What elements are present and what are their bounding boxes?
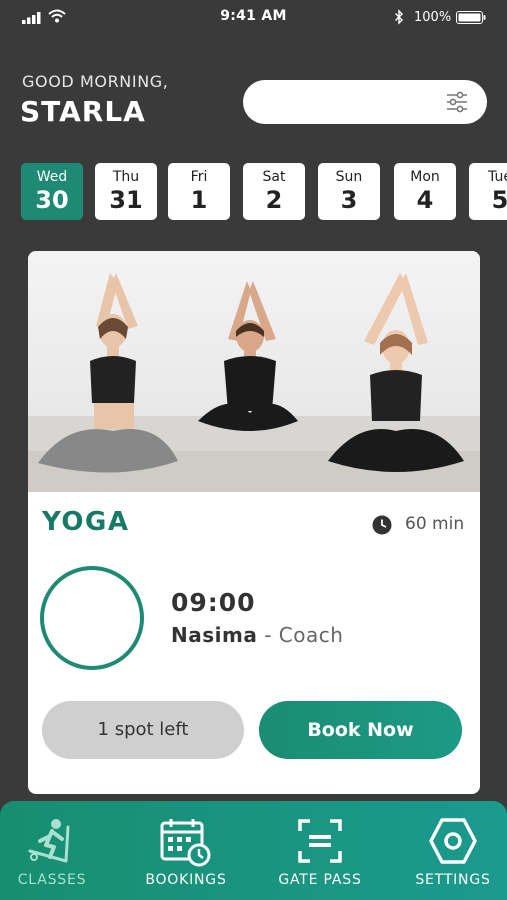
- clock-icon: [372, 515, 392, 535]
- date-day: Sun: [335, 169, 363, 185]
- date-item-sun[interactable]: Sun 3: [318, 163, 380, 220]
- class-card[interactable]: YOGA 60 min 09:00 Nasima - Coach 1 spot …: [28, 251, 480, 794]
- date-day: Tue: [488, 169, 507, 185]
- nav-label: GATE PASS: [278, 872, 362, 888]
- coach-role: Coach: [278, 623, 344, 647]
- filter-icon[interactable]: [445, 90, 469, 114]
- status-bar: 9:41 AM 100%: [0, 0, 507, 34]
- book-now-button[interactable]: Book Now: [259, 701, 462, 759]
- nav-label: BOOKINGS: [145, 872, 227, 888]
- calendar-clock-icon: [160, 819, 211, 867]
- class-title: YOGA: [42, 507, 130, 537]
- bottom-nav: CLASSES BOOKINGS GATE PASS SETTINGS: [0, 801, 507, 900]
- date-day: Mon: [410, 169, 440, 185]
- date-day: Fri: [190, 169, 208, 185]
- search-input[interactable]: [243, 80, 487, 124]
- date-item-sat[interactable]: Sat 2: [243, 163, 305, 220]
- nav-item-gate-pass[interactable]: GATE PASS: [268, 801, 372, 900]
- date-item-tue[interactable]: Tue 5: [469, 163, 507, 220]
- treadmill-icon: [28, 819, 70, 863]
- spots-left-badge: 1 spot left: [42, 701, 244, 759]
- date-item-thu[interactable]: Thu 31: [95, 163, 157, 220]
- date-item-wed[interactable]: Wed 30: [21, 163, 83, 220]
- user-name: STARLA: [20, 95, 146, 128]
- date-number: 30: [35, 186, 69, 214]
- date-day: Wed: [36, 169, 68, 185]
- nav-item-settings[interactable]: SETTINGS: [401, 801, 505, 900]
- scan-icon: [298, 819, 342, 863]
- class-time: 09:00: [171, 588, 256, 617]
- nav-label: SETTINGS: [415, 872, 491, 888]
- greeting-subtitle: GOOD MORNING,: [22, 72, 169, 91]
- coach-separator: -: [257, 623, 279, 647]
- date-number: 31: [109, 186, 143, 214]
- nav-item-classes[interactable]: CLASSES: [0, 801, 104, 900]
- date-item-fri[interactable]: Fri 1: [168, 163, 230, 220]
- nav-label: CLASSES: [17, 872, 87, 888]
- date-number: 5: [491, 186, 507, 214]
- date-number: 4: [416, 186, 434, 214]
- class-duration: 60 min: [405, 514, 465, 534]
- date-item-mon[interactable]: Mon 4: [394, 163, 456, 220]
- date-selector: Wed 30 Thu 31 Fri 1 Sat 2 Sun 3 Mon 4 Tu…: [21, 163, 507, 223]
- date-day: Thu: [112, 169, 140, 185]
- bluetooth-icon: [395, 9, 403, 25]
- battery-percent: 100%: [414, 10, 452, 25]
- coach-info: Nasima - Coach: [171, 623, 343, 647]
- battery-icon: [456, 11, 486, 24]
- hexagon-settings-icon: [429, 818, 477, 864]
- date-number: 3: [340, 186, 358, 214]
- yoga-class-photo: [28, 251, 480, 492]
- coach-name: Nasima: [171, 623, 258, 647]
- nav-item-bookings[interactable]: BOOKINGS: [134, 801, 238, 900]
- coach-avatar-ring: [40, 566, 144, 670]
- date-number: 1: [190, 186, 208, 214]
- date-day: Sat: [262, 169, 286, 185]
- date-number: 2: [265, 186, 283, 214]
